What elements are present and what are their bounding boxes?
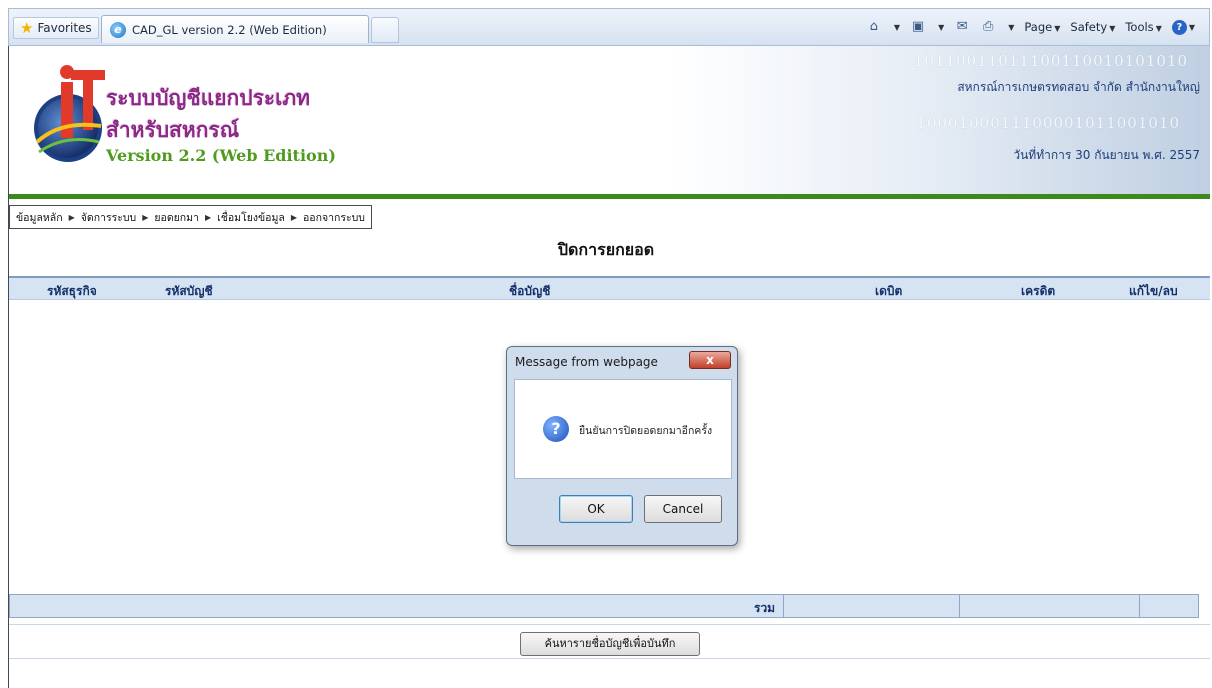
table-header: รหัสธุรกิจ รหัสบัญชี ชื่อบัญชี เดบิต เคร…: [9, 276, 1210, 300]
tools-menu-label: Tools: [1125, 20, 1154, 34]
business-date: วันที่ทำการ 30 กันยายน พ.ศ. 2557: [1013, 148, 1200, 162]
column-header-account-code: รหัสบัญชี: [165, 284, 213, 298]
column-header-credit: เครดิต: [1021, 284, 1056, 298]
close-button[interactable]: x: [689, 351, 731, 369]
main-menu: ข้อมูลหลัก ▶ จัดการระบบ ▶ ยอดยกมา ▶ เชื่…: [9, 205, 372, 229]
total-action-cell: [1139, 595, 1199, 617]
star-icon: ★: [20, 18, 34, 37]
binary-decoration: 10110011011100110010101010: [913, 52, 1188, 70]
chevron-down-icon: ▼: [1155, 24, 1162, 33]
menu-item-data-link[interactable]: เชื่อมโยงข้อมูล: [217, 209, 285, 226]
ok-button[interactable]: OK: [559, 495, 633, 523]
tab-title: CAD_GL version 2.2 (Web Edition): [132, 22, 327, 37]
command-bar: ⌂ ▼ ▣ ▼ ✉ ⎙ ▼ Page ▼ Safety ▼ Tools ▼ ? ▼: [866, 19, 1195, 35]
help-menu[interactable]: ? ▼: [1171, 19, 1195, 35]
chevron-down-icon: ▼: [1188, 23, 1195, 32]
system-title-line1: ระบบบัญชีแยกประเภท: [106, 86, 311, 110]
new-tab-button[interactable]: [371, 17, 399, 43]
menu-item-master-data[interactable]: ข้อมูลหลัก: [16, 209, 63, 226]
cancel-button[interactable]: Cancel: [644, 495, 722, 523]
total-label: รวม: [754, 601, 776, 615]
column-header-account-name: ชื่อบัญชี: [509, 284, 551, 298]
organization-name: สหกรณ์การเกษตรทดสอบ จำกัด สำนักงานใหญ่: [957, 80, 1200, 94]
menu-item-system-management[interactable]: จัดการระบบ: [81, 209, 136, 226]
question-icon: ?: [543, 416, 569, 442]
safety-menu[interactable]: Safety ▼: [1070, 20, 1115, 34]
menu-item-logout[interactable]: ออกจากระบบ: [303, 209, 365, 226]
rss-feed-icon[interactable]: ▣: [910, 19, 926, 35]
column-header-edit-delete: แก้ไข/ลบ: [1129, 284, 1178, 298]
dialog-message: ยืนยันการปิดยอดยกมาอีกครั้ง: [579, 425, 713, 437]
read-mail-icon[interactable]: ✉: [954, 19, 970, 35]
divider: [9, 658, 1210, 659]
triangle-right-icon: ▶: [142, 212, 149, 222]
confirm-dialog: Message from webpage x ? ยืนยันการปิดยอด…: [506, 346, 738, 546]
browser-toolbar: ★ Favorites e CAD_GL version 2.2 (Web Ed…: [8, 8, 1210, 46]
chevron-down-icon: ▼: [1054, 24, 1061, 33]
header-divider: [9, 194, 1210, 199]
binary-decoration-2: 1000100011100001011001010: [916, 114, 1180, 132]
page-menu[interactable]: Page ▼: [1024, 20, 1060, 34]
page-title: ปิดการยกยอด: [557, 240, 655, 259]
divider: [9, 624, 1210, 625]
total-debit-cell: [783, 595, 959, 617]
help-icon: ?: [1171, 20, 1187, 35]
ie-page-icon: e: [110, 21, 126, 38]
chevron-down-icon[interactable]: ▼: [894, 23, 900, 32]
total-credit-cell: [959, 595, 1139, 617]
column-header-debit: เดบิต: [875, 284, 903, 298]
triangle-right-icon: ▶: [290, 212, 297, 222]
triangle-right-icon: ▶: [204, 212, 212, 222]
favorites-button[interactable]: ★ Favorites: [13, 17, 99, 39]
search-accounts-button[interactable]: ค้นหารายชื่อบัญชีเพื่อบันทึก: [520, 632, 700, 656]
chevron-down-icon[interactable]: ▼: [938, 23, 944, 32]
table-footer-totals: รวม: [9, 594, 1199, 618]
triangle-right-icon: ▶: [68, 212, 75, 222]
menu-item-opening-balance[interactable]: ยอดยกมา: [154, 209, 199, 226]
system-title-line2: สำหรับสหกรณ์: [106, 118, 240, 142]
column-header-business-code: รหัสธุรกิจ: [47, 284, 97, 298]
browser-tab-active[interactable]: e CAD_GL version 2.2 (Web Edition): [101, 15, 369, 43]
dialog-body: ? ยืนยันการปิดยอดยกมาอีกครั้ง: [514, 379, 732, 479]
safety-menu-label: Safety: [1070, 20, 1108, 34]
chevron-down-icon: ▼: [1109, 24, 1116, 33]
chevron-down-icon[interactable]: ▼: [1008, 23, 1014, 32]
system-version: Version 2.2 (Web Edition): [106, 146, 336, 165]
tools-menu[interactable]: Tools ▼: [1125, 20, 1162, 34]
home-icon[interactable]: ⌂: [866, 19, 882, 35]
page-menu-label: Page: [1024, 20, 1053, 34]
fas-logo-icon: [34, 65, 105, 162]
dialog-title: Message from webpage: [515, 355, 658, 369]
favorites-label: Favorites: [37, 21, 92, 35]
print-icon[interactable]: ⎙: [980, 19, 996, 35]
